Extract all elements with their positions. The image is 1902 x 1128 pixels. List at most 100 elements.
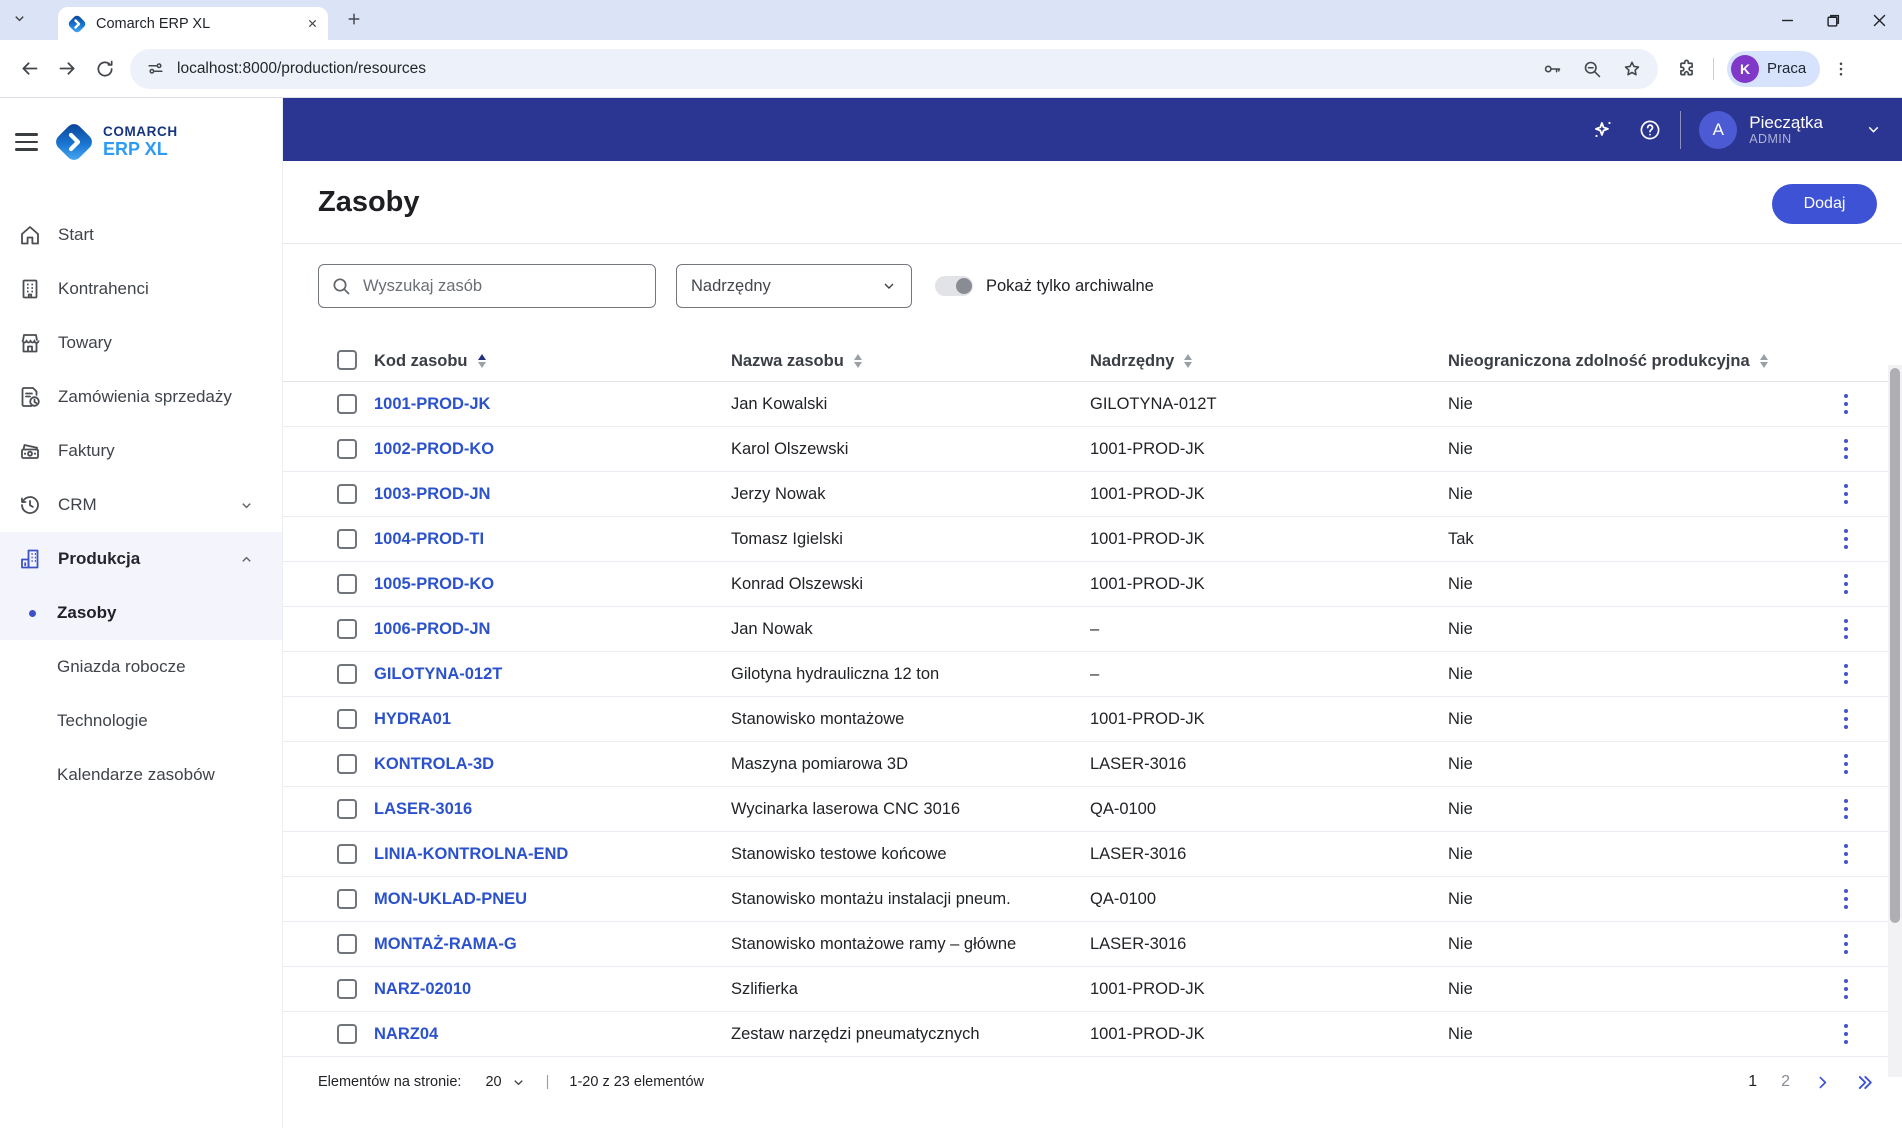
sidebar-item-kalendarze-zasobow[interactable]: Kalendarze zasobów [0,748,282,802]
site-settings-icon[interactable] [146,59,165,78]
row-menu-button[interactable] [1831,659,1861,689]
per-page-chevron-icon[interactable] [511,1075,526,1090]
parent-filter-select[interactable]: Nadrzędny [676,264,912,308]
resource-code-link[interactable]: 1004-PROD-TI [374,517,484,562]
row-menu-button[interactable] [1831,704,1861,734]
sidebar-item-technologie[interactable]: Technologie [0,694,282,748]
row-menu-button[interactable] [1831,929,1861,959]
row-checkbox[interactable] [337,529,357,549]
resource-code-link[interactable]: 1002-PROD-KO [374,427,494,472]
window-restore-button[interactable] [1810,0,1856,40]
browser-tab[interactable]: Comarch ERP XL [58,7,328,40]
row-menu-button[interactable] [1831,839,1861,869]
user-menu-chevron-icon[interactable] [1865,121,1882,138]
select-all-checkbox[interactable] [337,350,357,370]
archive-toggle[interactable] [935,276,973,296]
page-button-1[interactable]: 1 [1748,1073,1757,1091]
row-menu-button[interactable] [1831,434,1861,464]
help-icon[interactable] [1638,118,1662,142]
per-page-value[interactable]: 20 [485,1074,501,1090]
row-checkbox[interactable] [337,394,357,414]
scrollbar-track[interactable] [1888,365,1902,1077]
resource-code-link[interactable]: LINIA-KONTROLNA-END [374,832,568,877]
sidebar-item-crm[interactable]: CRM [0,478,282,532]
sidebar-item-start[interactable]: Start [0,208,282,262]
sidebar-item-produkcja[interactable]: Produkcja [0,532,282,586]
zoom-out-icon[interactable] [1582,59,1602,79]
sidebar-item-zamowienia[interactable]: Zamówienia sprzedaży [0,370,282,424]
row-menu-button[interactable] [1831,479,1861,509]
back-button[interactable] [10,50,48,88]
row-checkbox[interactable] [337,484,357,504]
row-checkbox[interactable] [337,754,357,774]
column-header-kod-zasobu[interactable]: Kod zasobu [374,340,486,382]
row-checkbox[interactable] [337,664,357,684]
scrollbar-thumb[interactable] [1890,368,1900,923]
sort-icon[interactable] [1760,354,1768,369]
sparkles-ai-icon[interactable] [1590,117,1616,143]
url-text[interactable]: localhost:8000/production/resources [177,60,1542,78]
resource-code-link[interactable]: 1001-PROD-JK [374,382,490,427]
row-checkbox[interactable] [337,574,357,594]
url-bar[interactable]: localhost:8000/production/resources [130,49,1658,89]
resource-code-link[interactable]: MON-UKLAD-PNEU [374,877,527,922]
resource-code-link[interactable]: HYDRA01 [374,697,451,742]
password-key-icon[interactable] [1542,59,1562,79]
row-menu-button[interactable] [1831,524,1861,554]
last-page-icon[interactable] [1855,1073,1874,1092]
row-checkbox[interactable] [337,709,357,729]
bookmark-star-icon[interactable] [1622,59,1642,79]
row-checkbox[interactable] [337,1024,357,1044]
row-menu-button[interactable] [1831,749,1861,779]
next-page-icon[interactable] [1814,1074,1831,1091]
sort-icon[interactable] [478,354,486,369]
row-checkbox[interactable] [337,799,357,819]
reload-button[interactable] [86,50,124,88]
sidebar-item-zasoby[interactable]: Zasoby [0,586,282,640]
window-minimize-button[interactable] [1764,0,1810,40]
row-menu-button[interactable] [1831,794,1861,824]
sidebar-item-towary[interactable]: Towary [0,316,282,370]
row-checkbox[interactable] [337,619,357,639]
hamburger-menu-icon[interactable] [15,133,38,151]
resource-code-link[interactable]: 1003-PROD-JN [374,472,490,517]
row-menu-button[interactable] [1831,1019,1861,1049]
row-menu-button[interactable] [1831,884,1861,914]
extensions-puzzle-icon[interactable] [1676,58,1697,79]
column-header-nadrzedny[interactable]: Nadrzędny [1090,340,1192,382]
row-menu-button[interactable] [1831,389,1861,419]
row-checkbox[interactable] [337,979,357,999]
row-checkbox[interactable] [337,934,357,954]
add-button[interactable]: Dodaj [1772,184,1877,224]
resource-code-link[interactable]: 1006-PROD-JN [374,607,490,652]
row-checkbox[interactable] [337,439,357,459]
tab-search-chevron-icon[interactable] [12,11,27,26]
sidebar-item-kontrahenci[interactable]: Kontrahenci [0,262,282,316]
window-close-button[interactable] [1856,0,1902,40]
sort-icon[interactable] [1184,354,1192,369]
column-header-nieograniczona[interactable]: Nieograniczona zdolność produkcyjna [1448,340,1768,382]
tab-close-icon[interactable] [307,18,318,29]
row-menu-button[interactable] [1831,569,1861,599]
user-avatar[interactable]: A [1699,111,1737,149]
resource-code-link[interactable]: KONTROLA-3D [374,742,494,787]
row-menu-button[interactable] [1831,614,1861,644]
sidebar-item-gniazda-robocze[interactable]: Gniazda robocze [0,640,282,694]
row-checkbox[interactable] [337,844,357,864]
search-field[interactable] [318,264,656,308]
sort-icon[interactable] [854,354,862,369]
forward-button[interactable] [48,50,86,88]
resource-code-link[interactable]: GILOTYNA-012T [374,652,502,697]
resource-code-link[interactable]: LASER-3016 [374,787,472,832]
search-input[interactable] [361,276,643,297]
row-menu-button[interactable] [1831,974,1861,1004]
column-header-nazwa-zasobu[interactable]: Nazwa zasobu [731,340,862,382]
sidebar-item-faktury[interactable]: Faktury [0,424,282,478]
resource-code-link[interactable]: NARZ04 [374,1012,438,1057]
browser-profile-chip[interactable]: K Praca [1727,51,1820,87]
new-tab-button[interactable] [346,11,362,27]
page-button-2[interactable]: 2 [1781,1073,1790,1091]
row-checkbox[interactable] [337,889,357,909]
resource-code-link[interactable]: 1005-PROD-KO [374,562,494,607]
resource-code-link[interactable]: MONTAŻ-RAMA-G [374,922,517,967]
